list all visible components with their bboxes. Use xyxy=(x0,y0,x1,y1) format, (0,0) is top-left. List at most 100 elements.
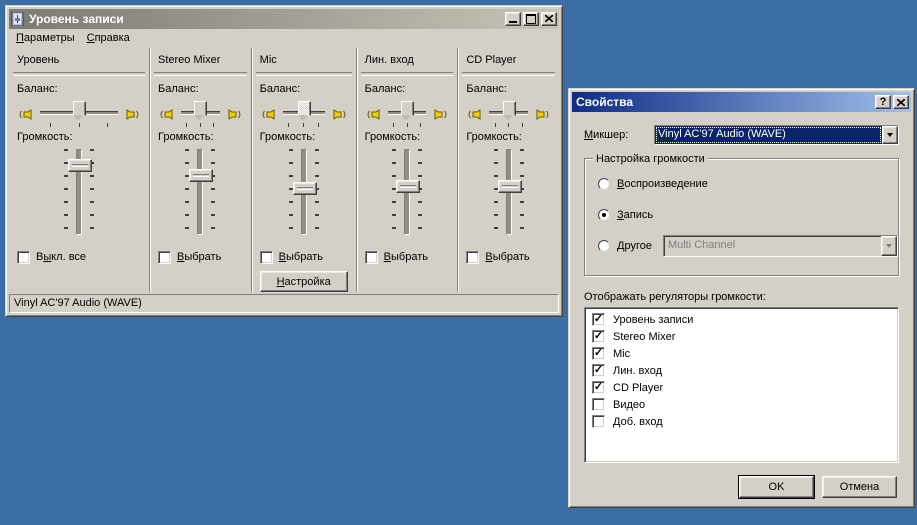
balance-slider[interactable] xyxy=(486,98,531,130)
volume-ticks-right xyxy=(211,149,215,235)
desktop: { "colors":{ "desktop":"#3a6ea5", "butto… xyxy=(0,0,917,525)
other-dropdown-button xyxy=(881,236,897,256)
recording-window-title: Уровень записи xyxy=(27,12,503,26)
checkbox-box[interactable] xyxy=(260,251,273,264)
properties-titlebar[interactable]: Свойства ? xyxy=(572,92,911,112)
list-item-label: Stereo Mixer xyxy=(613,331,675,343)
volume-label: Громкость: xyxy=(17,131,141,145)
settings-button[interactable]: Настройка xyxy=(260,271,348,292)
volume-thumb[interactable] xyxy=(68,159,92,172)
balance-ticks xyxy=(490,123,527,127)
checkbox-box[interactable]: ✓ xyxy=(592,313,605,326)
list-item-label: Доб. вход xyxy=(613,416,663,428)
radio-button[interactable] xyxy=(598,209,610,221)
checkbox-box[interactable] xyxy=(592,415,605,428)
menu-bar: Параметры Справка xyxy=(9,29,559,48)
volume-thumb[interactable] xyxy=(293,182,317,195)
properties-dialog: Свойства ? Микшер: Vinyl AC'97 Audio (WA… xyxy=(568,88,915,508)
other-combobox-value: Multi Channel xyxy=(664,236,881,256)
checkbox-box[interactable]: ✓ xyxy=(592,347,605,360)
volume-thumb[interactable] xyxy=(396,180,420,193)
checkbox-box[interactable]: ✓ xyxy=(592,381,605,394)
close-button[interactable] xyxy=(541,12,557,26)
radio-button[interactable] xyxy=(598,178,610,190)
checkbox-box[interactable] xyxy=(158,251,171,264)
volume-label: Громкость: xyxy=(260,131,348,145)
volume-label: Громкость: xyxy=(365,131,450,145)
radio-other[interactable]: Другое Multi Channel xyxy=(598,239,898,253)
volume-slider[interactable] xyxy=(197,149,203,235)
close-button[interactable] xyxy=(893,95,909,109)
list-item[interactable]: ✓Уровень записи xyxy=(585,311,898,328)
volume-slider[interactable] xyxy=(301,149,307,235)
checkbox-box[interactable]: ✓ xyxy=(592,364,605,377)
checkbox-label: Выбрать xyxy=(177,251,221,263)
channel-title: Stereo Mixer xyxy=(158,54,243,68)
list-item[interactable]: Доб. вход xyxy=(585,413,898,430)
help-icon: ? xyxy=(880,96,887,108)
balance-slider[interactable] xyxy=(178,98,223,130)
balance-ticks xyxy=(284,123,324,127)
menu-help[interactable]: Справка xyxy=(81,30,136,46)
volume-ticks-left xyxy=(185,149,189,235)
balance-thumb[interactable] xyxy=(401,101,414,116)
balance-thumb[interactable] xyxy=(298,101,311,116)
mixer-dropdown-button[interactable] xyxy=(882,126,898,144)
balance-slider[interactable] xyxy=(37,98,121,130)
maximize-button[interactable] xyxy=(523,12,539,26)
balance-slider[interactable] xyxy=(280,98,328,130)
checkbox-box[interactable]: ✓ xyxy=(592,330,605,343)
radio-button[interactable] xyxy=(598,240,610,252)
mute-all-checkbox[interactable]: Выкл. все xyxy=(17,250,141,264)
maximize-icon xyxy=(526,14,536,24)
checkbox-box[interactable] xyxy=(365,251,378,264)
balance-label: Баланс: xyxy=(260,83,348,97)
volume-thumb[interactable] xyxy=(189,169,213,182)
speaker-left-icon xyxy=(17,106,34,123)
select-checkbox[interactable]: Выбрать xyxy=(466,250,551,264)
radio-recording[interactable]: Запись xyxy=(598,208,898,222)
speaker-right-icon xyxy=(534,106,551,123)
list-item[interactable]: ✓CD Player xyxy=(585,379,898,396)
select-checkbox[interactable]: Выбрать xyxy=(260,250,348,264)
select-checkbox[interactable]: Выбрать xyxy=(158,250,243,264)
balance-thumb[interactable] xyxy=(503,101,516,116)
list-item[interactable]: ✓Mic xyxy=(585,345,898,362)
list-item[interactable]: Видео xyxy=(585,396,898,413)
list-item[interactable]: ✓Лин. вход xyxy=(585,362,898,379)
balance-label: Баланс: xyxy=(158,83,243,97)
cancel-button[interactable]: Отмена xyxy=(822,476,897,498)
balance-label: Баланс: xyxy=(466,83,551,97)
volume-thumb[interactable] xyxy=(498,180,522,193)
list-label: Отображать регуляторы громкости: xyxy=(584,291,899,303)
balance-slider[interactable] xyxy=(385,98,430,130)
volume-controls-listbox[interactable]: ✓Уровень записи ✓ Stereo Mixer ✓Mic ✓Лин.… xyxy=(584,307,899,463)
menu-options[interactable]: Параметры xyxy=(10,30,81,46)
volume-slider[interactable] xyxy=(76,149,82,235)
mixer-combobox[interactable]: Vinyl AC'97 Audio (WAVE) xyxy=(654,125,899,145)
balance-label: Баланс: xyxy=(365,83,450,97)
balance-thumb[interactable] xyxy=(73,101,86,116)
volume-slider[interactable] xyxy=(506,149,512,235)
volume-slider[interactable] xyxy=(404,149,410,235)
ok-button[interactable]: OK xyxy=(739,476,814,498)
recording-window-titlebar[interactable]: Уровень записи xyxy=(9,9,559,29)
volume-window-icon xyxy=(11,12,25,26)
balance-ticks xyxy=(41,123,117,127)
channel-line-in: Лин. вход Баланс: Громкость: Выбр xyxy=(356,48,458,292)
checkbox-box[interactable] xyxy=(17,251,30,264)
balance-thumb[interactable] xyxy=(194,101,207,116)
radio-playback[interactable]: Воспроизведение xyxy=(598,177,898,191)
divider xyxy=(462,72,555,76)
minimize-button[interactable] xyxy=(505,12,521,26)
channel-strip-area: Уровень Баланс: Громкость: Выкл. xyxy=(9,48,559,292)
speaker-right-icon xyxy=(226,106,243,123)
speaker-left-icon xyxy=(365,106,382,123)
checkbox-box[interactable] xyxy=(466,251,479,264)
select-checkbox[interactable]: Выбрать xyxy=(365,250,450,264)
list-item[interactable]: ✓ Stereo Mixer xyxy=(585,328,898,345)
divider xyxy=(13,72,145,76)
checkbox-box[interactable] xyxy=(592,398,605,411)
help-button[interactable]: ? xyxy=(875,95,891,109)
chevron-down-icon xyxy=(887,133,893,137)
